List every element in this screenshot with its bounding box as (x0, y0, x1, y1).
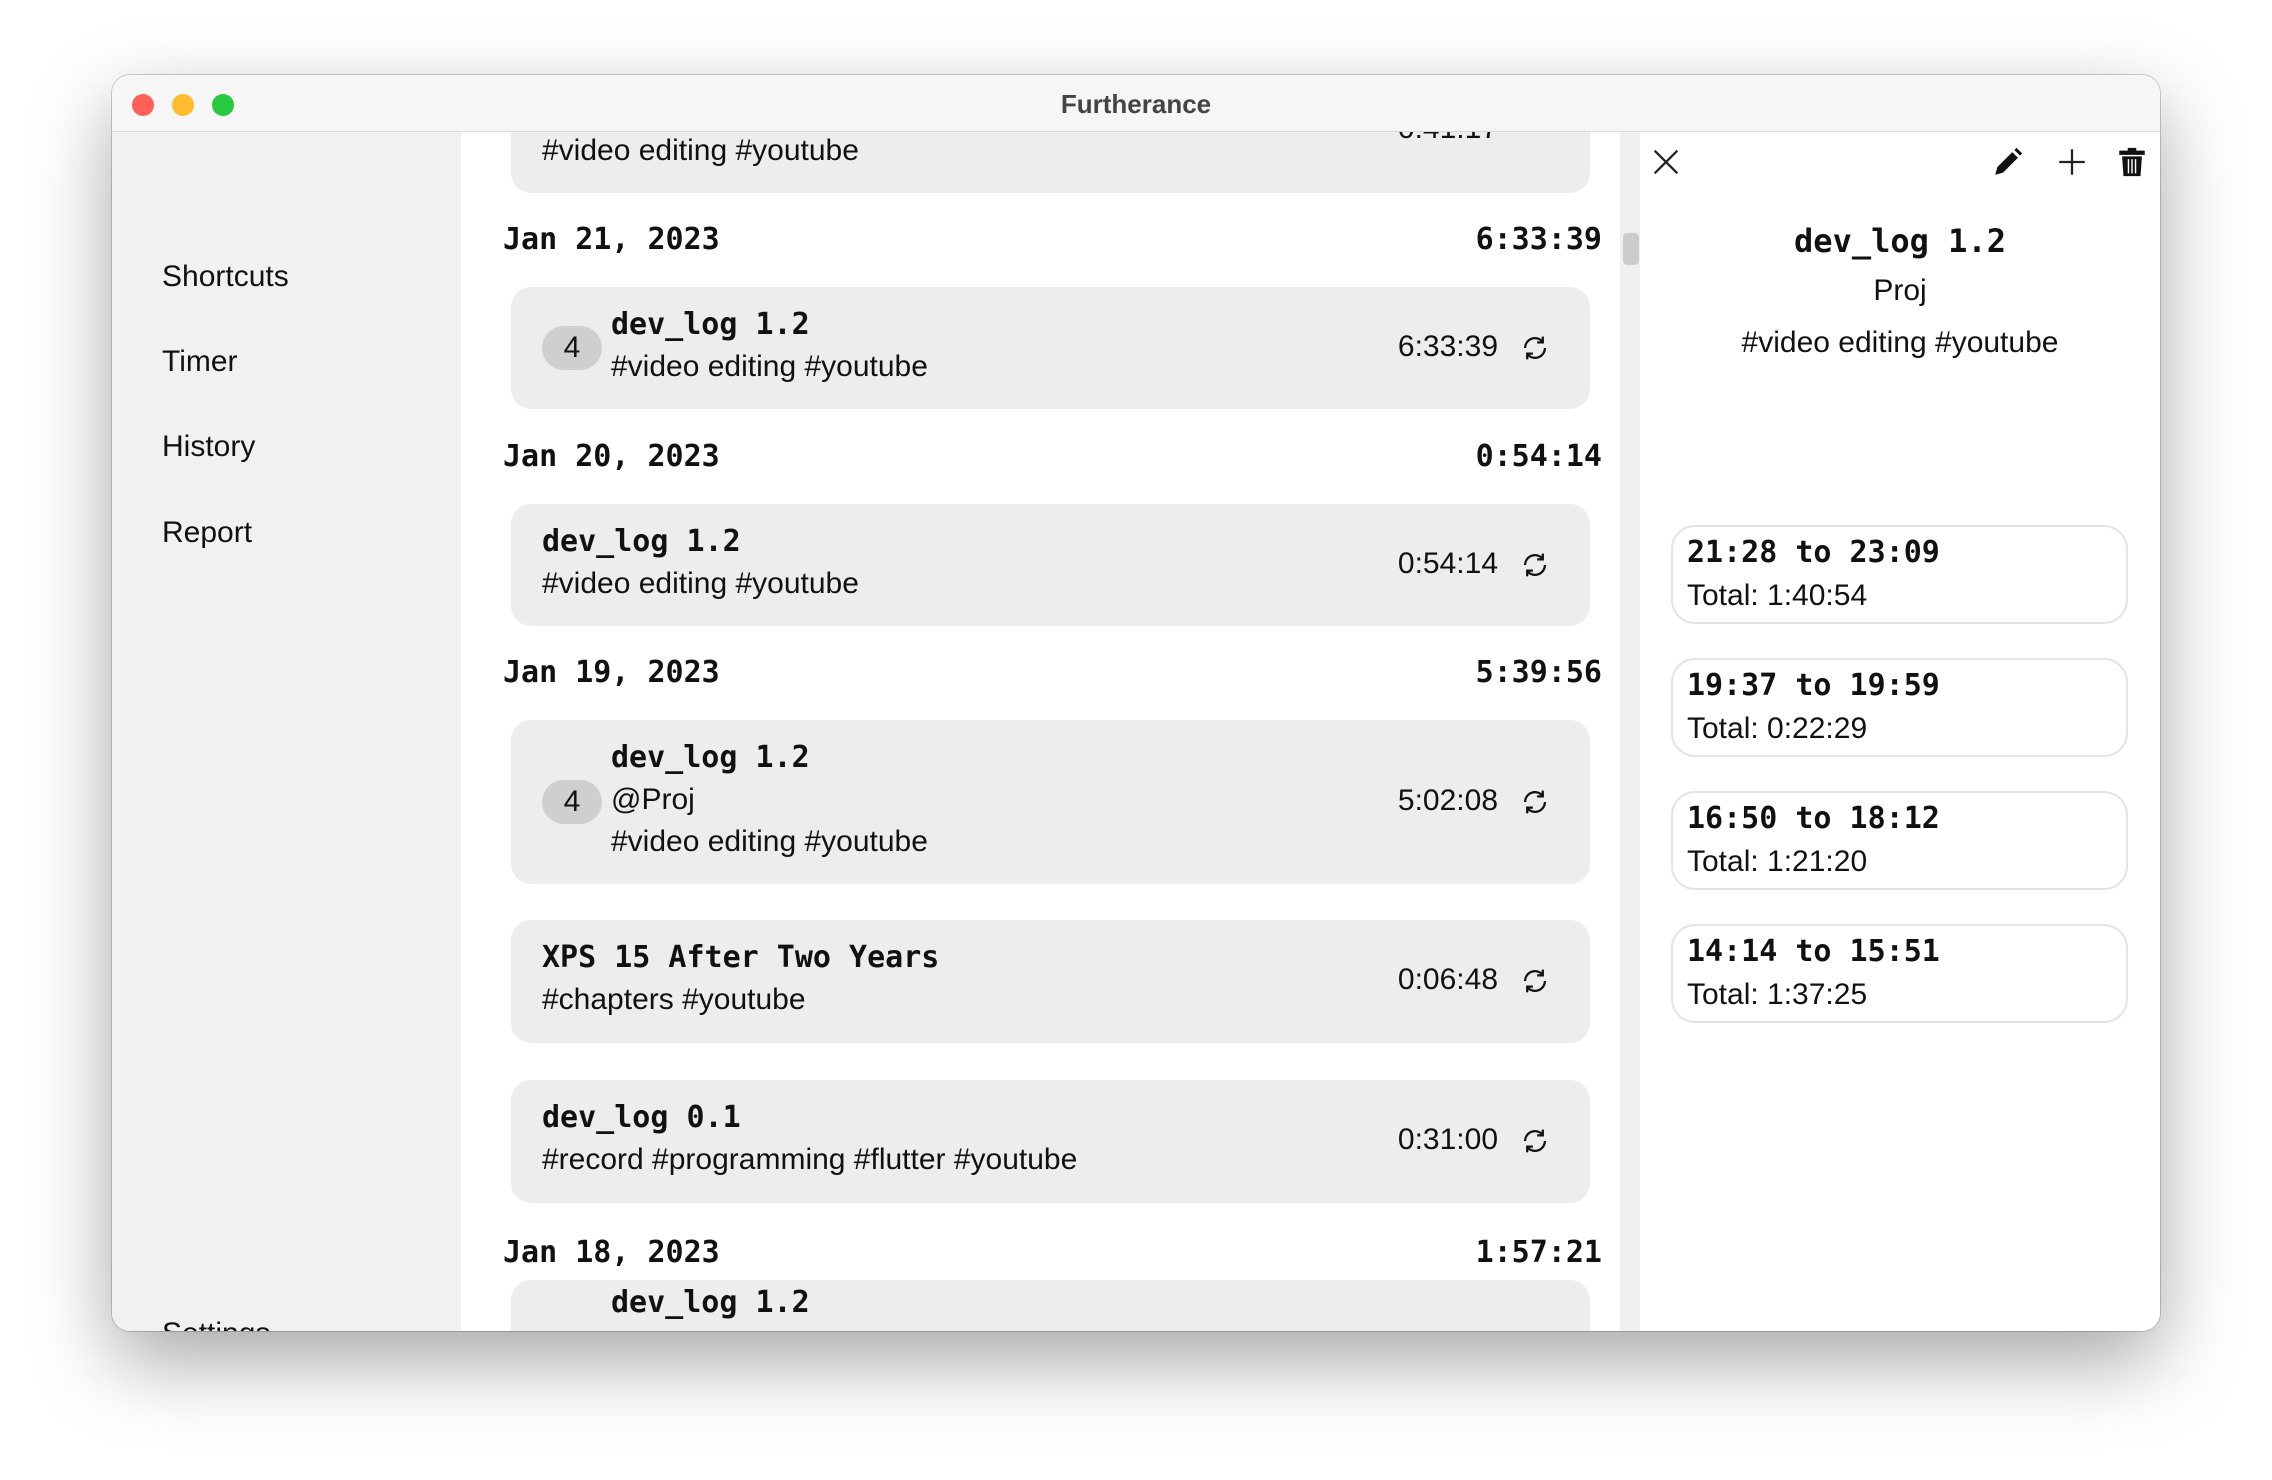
task-card[interactable]: XPS 15 After Two Years #chapters #youtub… (511, 920, 1590, 1043)
detail-project: Proj (1873, 274, 1927, 307)
task-card[interactable]: #video editing #youtube 0:41:17 (511, 132, 1590, 193)
task-card[interactable]: dev_log 1.2 #video editing #youtube 0:54… (511, 504, 1590, 626)
day-total: 6:33:39 (1475, 222, 1602, 257)
time-segment-card[interactable]: 19:37 to 19:59 Total: 0:22:29 (1671, 658, 2128, 757)
task-name: dev_log 0.1 (542, 1100, 741, 1135)
task-name: dev_log 1.2 (542, 524, 741, 559)
day-date: Jan 21, 2023 (503, 222, 720, 257)
task-name: dev_log 1.2 (611, 740, 810, 775)
detail-tags: #video editing #youtube (1741, 326, 2059, 359)
sidebar-item-report[interactable]: Report (162, 516, 252, 550)
task-time: 0:41:17 (1398, 132, 1498, 146)
time-segment-card[interactable]: 16:50 to 18:12 Total: 1:21:20 (1671, 791, 2128, 890)
segment-total: Total: 1:37:25 (1687, 978, 1868, 1011)
task-count-badge: 4 (542, 780, 602, 824)
window-title: Furtherance (1060, 89, 1212, 119)
pencil-icon[interactable] (1991, 145, 2025, 179)
app-window: Furtherance Shortcuts Timer History Repo… (112, 75, 2160, 1331)
sidebar-item-shortcuts[interactable]: Shortcuts (162, 260, 289, 294)
task-tags: #video editing #youtube (611, 825, 928, 858)
history-list: #video editing #youtube 0:41:17 Jan 21, … (461, 132, 1620, 1331)
repeat-icon[interactable] (1518, 1124, 1552, 1158)
repeat-icon[interactable] (1518, 548, 1552, 582)
task-card[interactable]: dev_log 0.1 #record #programming #flutte… (511, 1080, 1590, 1203)
title-bar: Furtherance (112, 75, 2160, 132)
segment-total: Total: 1:40:54 (1687, 579, 1868, 612)
task-tags: #chapters #youtube (542, 983, 806, 1016)
task-card[interactable]: 4 dev_log 1.2 #video editing #youtube 6:… (511, 287, 1590, 409)
repeat-icon[interactable] (1518, 964, 1552, 998)
segment-total: Total: 1:21:20 (1687, 845, 1868, 878)
task-name: dev_log 1.2 (611, 307, 810, 342)
task-time: 5:02:08 (1397, 784, 1498, 817)
task-detail-panel: dev_log 1.2 Proj #video editing #youtube… (1640, 132, 2160, 1331)
day-total: 5:39:56 (1475, 655, 1602, 690)
repeat-icon[interactable] (1518, 785, 1552, 819)
task-tags: #video editing #youtube (542, 134, 859, 167)
repeat-icon[interactable] (1518, 331, 1552, 365)
task-count-badge: 4 (542, 326, 602, 370)
task-time: 0:06:48 (1397, 963, 1498, 996)
task-time: 6:33:39 (1397, 330, 1498, 363)
task-name: XPS 15 After Two Years (542, 940, 940, 975)
segment-range: 14:14 to 15:51 (1687, 934, 1940, 969)
scrollbar[interactable] (1620, 132, 1640, 1331)
day-date: Jan 18, 2023 (503, 1235, 720, 1270)
segment-range: 19:37 to 19:59 (1687, 668, 1940, 703)
task-tags: #record #programming #flutter #youtube (542, 1143, 1078, 1176)
day-total: 1:57:21 (1475, 1235, 1602, 1270)
day-total: 0:54:14 (1475, 439, 1602, 474)
sidebar-item-settings[interactable]: Settings (162, 1317, 270, 1331)
task-project: @Proj (611, 783, 695, 816)
segment-range: 16:50 to 18:12 (1687, 801, 1940, 836)
time-segment-card[interactable]: 14:14 to 15:51 Total: 1:37:25 (1671, 924, 2128, 1023)
day-date: Jan 20, 2023 (503, 439, 720, 474)
trash-icon[interactable] (2115, 145, 2149, 179)
segment-total: Total: 0:22:29 (1687, 712, 1868, 745)
day-date: Jan 19, 2023 (503, 655, 720, 690)
task-time: 0:31:00 (1397, 1123, 1498, 1156)
task-tags: #video editing #youtube (542, 567, 859, 600)
scrollbar-thumb[interactable] (1623, 233, 1639, 265)
task-card[interactable]: dev_log 1.2 (511, 1280, 1590, 1331)
time-segment-card[interactable]: 21:28 to 23:09 Total: 1:40:54 (1671, 525, 2128, 624)
task-card[interactable]: 4 dev_log 1.2 @Proj #video editing #yout… (511, 720, 1590, 884)
sidebar-item-history[interactable]: History (162, 430, 255, 464)
detail-task-name: dev_log 1.2 (1794, 222, 2006, 260)
sidebar-item-timer[interactable]: Timer (162, 345, 238, 379)
task-time: 0:54:14 (1397, 547, 1498, 580)
task-name: dev_log 1.2 (611, 1285, 810, 1320)
task-tags: #video editing #youtube (611, 350, 928, 383)
segment-range: 21:28 to 23:09 (1687, 535, 1940, 570)
sidebar: Shortcuts Timer History Report Settings (112, 132, 461, 1331)
plus-icon[interactable] (2055, 145, 2089, 179)
close-icon[interactable] (1649, 145, 1683, 179)
